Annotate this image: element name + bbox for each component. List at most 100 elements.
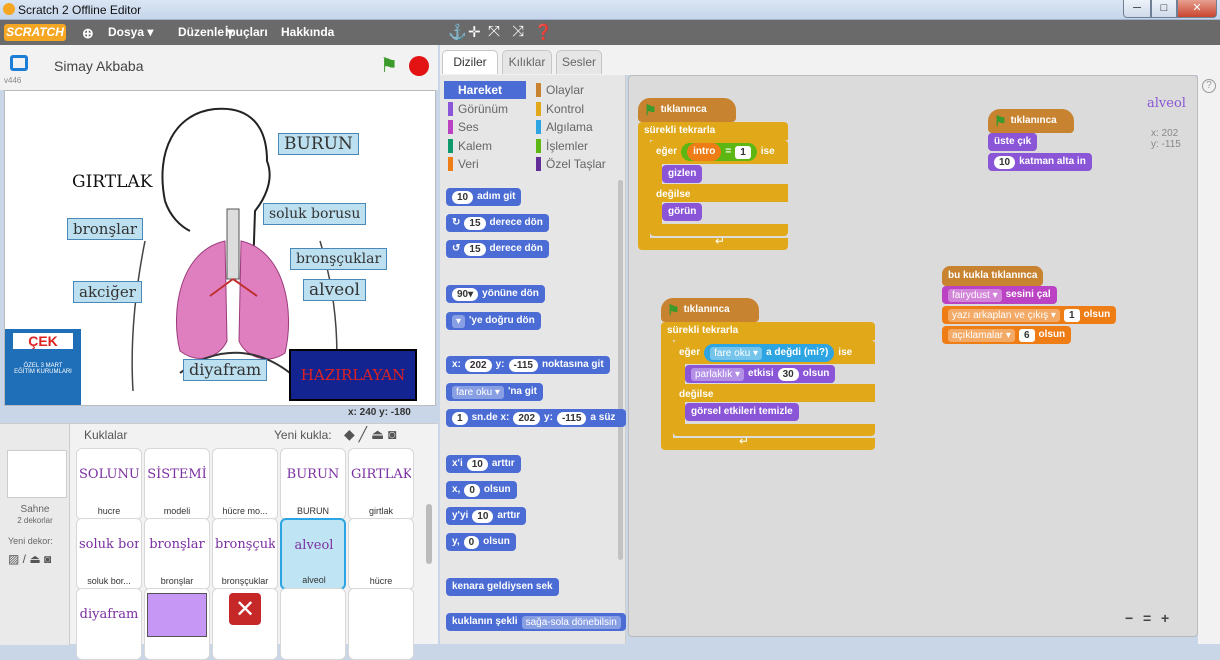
block-go-front[interactable]: üste çık bbox=[988, 133, 1038, 151]
sprite-name: modeli bbox=[163, 506, 191, 516]
zoom-reset-icon[interactable]: = bbox=[1143, 610, 1151, 626]
block-point-towards[interactable]: ▾'ye doğru dön bbox=[446, 312, 541, 330]
block-set-variable[interactable]: açıklamalar ▾ 6 olsun bbox=[942, 326, 1072, 344]
label-bronscuklar[interactable]: bronşçuklar bbox=[290, 248, 388, 270]
sprite-thumb[interactable]: ✕ bbox=[212, 588, 278, 660]
zoom-in-icon[interactable]: + bbox=[1161, 610, 1169, 626]
block-glide[interactable]: 1 sn.de x: 202 y: -115 a süz bbox=[446, 409, 626, 427]
script-area[interactable]: ⚑ tıklanınca sürekli tekrarla eğer intro = 1… bbox=[628, 75, 1198, 637]
if-row: eğer intro = 1 ise bbox=[650, 143, 781, 161]
maximize-button[interactable]: □ bbox=[1151, 0, 1177, 18]
label-burun[interactable]: BURUN bbox=[278, 133, 359, 155]
stage-label: Sahne bbox=[20, 504, 50, 515]
sprite-thumb[interactable]: BURUN BURUN bbox=[280, 448, 346, 520]
project-title[interactable]: Simay Akbaba bbox=[54, 58, 144, 74]
block-show[interactable]: görün bbox=[662, 203, 703, 221]
grow-icon[interactable]: ⤧ bbox=[488, 23, 500, 40]
block-move[interactable]: 10 adım git bbox=[446, 188, 522, 206]
close-button[interactable]: ✕ bbox=[1177, 0, 1217, 18]
sprite-scrollbar[interactable] bbox=[426, 504, 432, 564]
tab-bar: Diziler Kılıklar Sesler bbox=[440, 45, 1220, 75]
block-turn-right[interactable]: ↻ 15 derece dön bbox=[446, 214, 549, 232]
block-set-y[interactable]: y, 0 olsun bbox=[446, 533, 516, 551]
backdrop-tools-icon[interactable]: ▨ / ⏏ ◙ bbox=[8, 552, 51, 566]
sprite-thumb[interactable]: bronşçuklar bronşçuklar bbox=[212, 518, 278, 590]
label-akciger[interactable]: akciğer bbox=[73, 281, 142, 303]
shrink-icon[interactable]: ⤨ bbox=[512, 23, 524, 40]
block-goto[interactable]: fare oku ▾'na git bbox=[446, 383, 543, 401]
globe-icon[interactable]: ⊕ bbox=[82, 25, 94, 42]
menu-about[interactable]: Hakkında bbox=[281, 25, 334, 39]
stop-icon[interactable] bbox=[409, 56, 429, 76]
category-3[interactable]: Kontrol bbox=[532, 100, 614, 118]
tab-scripts[interactable]: Diziler bbox=[442, 50, 498, 74]
block-change-x[interactable]: x'i 10 arttır bbox=[446, 455, 521, 473]
sprite-tools-icon[interactable]: ◆ ╱ ⏏ ◙ bbox=[344, 426, 397, 443]
category-1[interactable]: Olaylar bbox=[532, 81, 614, 99]
block-clear-effects[interactable]: görsel etkileri temizle bbox=[685, 403, 799, 421]
block-goto-xy[interactable]: x: 202 y: -115 noktasına git bbox=[446, 356, 610, 374]
block-play-sound[interactable]: fairydust ▾ sesini çal bbox=[942, 286, 1057, 304]
label-diyafram[interactable]: diyafram bbox=[183, 359, 268, 381]
sprite-thumb[interactable]: bronşlar bronşlar bbox=[144, 518, 210, 590]
category-swatch bbox=[448, 101, 453, 116]
sprite-thumb[interactable] bbox=[144, 588, 210, 660]
stage-thumbnail[interactable] bbox=[7, 450, 67, 498]
label-soluk-borusu[interactable]: soluk borusu bbox=[263, 203, 367, 225]
category-9[interactable]: Özel Taşlar bbox=[532, 155, 614, 173]
category-2[interactable]: Görünüm bbox=[444, 100, 526, 118]
duplicate-icon[interactable]: ⚓ bbox=[448, 23, 467, 41]
window-title: Scratch 2 Offline Editor bbox=[18, 3, 142, 17]
hat-green-flag[interactable]: ⚑ tıklanınca bbox=[638, 98, 736, 122]
hat-green-flag[interactable]: ⚑ tıklanınca bbox=[988, 109, 1074, 133]
hat-sprite-clicked[interactable]: bu kukla tıklanınca bbox=[942, 266, 1044, 286]
sprite-thumb[interactable]: hücre mo... bbox=[212, 448, 278, 520]
zoom-out-icon[interactable]: − bbox=[1125, 610, 1133, 626]
minimize-button[interactable]: ─ bbox=[1123, 0, 1151, 18]
block-set-effect[interactable]: parlaklık ▾ etkisi 30 olsun bbox=[685, 365, 836, 383]
tab-costumes[interactable]: Kılıklar bbox=[502, 50, 552, 74]
sprite-image: ✕ bbox=[229, 593, 261, 625]
sprite-thumb[interactable]: diyafram bbox=[76, 588, 142, 660]
label-alveol[interactable]: alveol bbox=[303, 279, 366, 301]
help-icon[interactable]: ❓ bbox=[534, 23, 553, 41]
category-8[interactable]: Veri bbox=[444, 155, 526, 173]
sprite-thumb[interactable]: hücre bbox=[348, 518, 414, 590]
category-swatch bbox=[536, 83, 541, 97]
sprite-thumb[interactable]: SİSTEMİ modeli bbox=[144, 448, 210, 520]
menu-tips[interactable]: İpuçları bbox=[225, 25, 268, 39]
block-set-x[interactable]: x, 0 olsun bbox=[446, 481, 517, 499]
block-set-variable[interactable]: yazı arkaplan ve çıkış ▾ 1 olsun bbox=[942, 306, 1117, 324]
hat-green-flag[interactable]: ⚑ tıklanınca bbox=[661, 298, 759, 322]
delete-icon[interactable]: ✛ bbox=[468, 23, 481, 41]
category-5[interactable]: Algılama bbox=[532, 118, 614, 136]
block-point-direction[interactable]: 90▾ yönüne dön bbox=[446, 285, 545, 303]
hazirlayan-button[interactable]: HAZIRLAYAN bbox=[289, 349, 417, 401]
sprite-thumb[interactable]: soluk borusu soluk bor... bbox=[76, 518, 142, 590]
sprite-thumb[interactable]: GIRTLAK girtlak bbox=[348, 448, 414, 520]
label-bronslar[interactable]: bronşlar bbox=[67, 218, 144, 240]
block-rotation-style[interactable]: kuklanın şekli sağa-sola dönebilsin bbox=[446, 613, 626, 631]
block-go-back[interactable]: 10 katman alta in bbox=[988, 153, 1092, 171]
block-change-y[interactable]: y'yi 10 arttır bbox=[446, 507, 527, 525]
sprite-thumb[interactable] bbox=[280, 588, 346, 660]
category-6[interactable]: Kalem bbox=[444, 137, 526, 155]
tab-sounds[interactable]: Sesler bbox=[556, 50, 602, 74]
fullscreen-icon[interactable] bbox=[10, 55, 28, 71]
sprite-thumb[interactable]: SOLUNUM hucre bbox=[76, 448, 142, 520]
sprite-thumb[interactable]: alveol alveol bbox=[280, 518, 346, 590]
sprite-thumb[interactable] bbox=[348, 588, 414, 660]
label-girtlak[interactable]: GIRTLAK bbox=[67, 172, 158, 192]
block-turn-left[interactable]: ↺ 15 derece dön bbox=[446, 240, 549, 258]
category-0[interactable]: Hareket bbox=[444, 81, 526, 99]
help-icon[interactable]: ? bbox=[1202, 79, 1216, 93]
category-7[interactable]: İşlemler bbox=[532, 137, 614, 155]
block-hide[interactable]: gizlen bbox=[662, 165, 703, 183]
category-4[interactable]: Ses bbox=[444, 118, 526, 136]
menu-file[interactable]: Dosya ▾ bbox=[108, 25, 153, 39]
stage[interactable]: BURUN GIRTLAK soluk borusu bronşlar bron… bbox=[4, 90, 436, 406]
scratch-logo[interactable]: SCRATCH bbox=[4, 24, 66, 41]
green-flag-icon[interactable]: ⚑ bbox=[380, 53, 398, 78]
palette-scrollbar[interactable] bbox=[618, 180, 623, 560]
block-bounce[interactable]: kenara geldiysen sek bbox=[446, 578, 559, 596]
